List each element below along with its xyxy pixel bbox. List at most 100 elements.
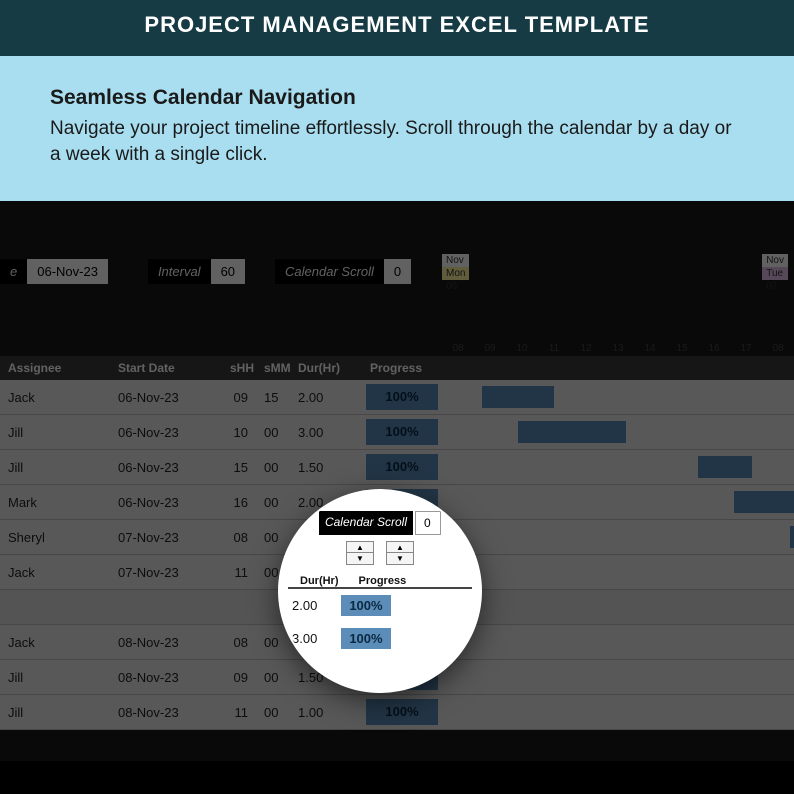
- week-spinner[interactable]: ▲ ▼: [386, 541, 414, 565]
- spot-scroll-value[interactable]: 0: [415, 511, 441, 535]
- hour-tick: 12: [570, 343, 602, 354]
- calendar-scroll-label: Calendar Scroll: [275, 259, 384, 284]
- table-row: Jill 06-Nov-23 10 00 3.00 100%: [0, 415, 794, 450]
- gantt-bar: [790, 526, 794, 548]
- cell-mm: 00: [256, 670, 290, 685]
- cell-hh: 09: [222, 670, 256, 685]
- spinner-up-icon[interactable]: ▲: [347, 542, 373, 553]
- cell-assignee: Jack: [0, 390, 110, 405]
- hour-tick: 14: [634, 343, 666, 354]
- day-spinner[interactable]: ▲ ▼: [346, 541, 374, 565]
- control-bar: e 06-Nov-23 Interval 60 Calendar Scroll …: [0, 256, 794, 286]
- cell-progress: 100%: [366, 454, 438, 480]
- spot-row2-prog: 100%: [341, 628, 390, 649]
- cell-assignee: Jill: [0, 705, 110, 720]
- cell-hh: 09: [222, 390, 256, 405]
- cell-assignee: Jill: [0, 460, 110, 475]
- gantt-bar: [518, 421, 626, 443]
- hour-ticks: 0809101112131415161708: [442, 343, 794, 354]
- spot-prog-header: Progress: [359, 575, 407, 587]
- col-shh: sHH: [222, 356, 256, 380]
- hour-tick: 16: [698, 343, 730, 354]
- cell-assignee: Sheryl: [0, 530, 110, 545]
- hour-tick: 08: [762, 343, 794, 354]
- hero-title: Seamless Calendar Navigation: [50, 86, 744, 110]
- hour-tick: 17: [730, 343, 762, 354]
- timeline-day-2: Tue: [762, 267, 788, 280]
- gantt-bar: [734, 491, 794, 513]
- table-row: Jill 06-Nov-23 15 00 1.50 100%: [0, 450, 794, 485]
- spinner-down-icon[interactable]: ▼: [347, 553, 373, 564]
- cell-hh: 08: [222, 530, 256, 545]
- col-assignee: Assignee: [0, 356, 110, 380]
- spot-dur-header: Dur(Hr): [300, 575, 339, 587]
- cell-assignee: Jill: [0, 670, 110, 685]
- cell-date: 06-Nov-23: [110, 425, 222, 440]
- page-banner: PROJECT MANAGEMENT EXCEL TEMPLATE: [0, 0, 794, 60]
- cell-date: 06-Nov-23: [110, 460, 222, 475]
- cell-assignee: Mark: [0, 495, 110, 510]
- timeline-daynum-1: 06: [442, 280, 469, 293]
- cell-assignee: Jill: [0, 425, 110, 440]
- date-label: e: [0, 259, 27, 284]
- col-progress: Progress: [362, 356, 442, 380]
- spinner-up-icon[interactable]: ▲: [387, 542, 413, 553]
- date-value[interactable]: 06-Nov-23: [27, 259, 108, 284]
- spinner-down-icon[interactable]: ▼: [387, 553, 413, 564]
- table-row: Jack 06-Nov-23 09 15 2.00 100%: [0, 380, 794, 415]
- cell-hh: 11: [222, 705, 256, 720]
- hour-tick: 13: [602, 343, 634, 354]
- cell-mm: 00: [256, 705, 290, 720]
- cell-hh: 15: [222, 460, 256, 475]
- cell-mm: 00: [256, 495, 290, 510]
- hero-body: Navigate your project timeline effortles…: [50, 116, 744, 167]
- cell-dur: 1.50: [290, 460, 362, 475]
- interval-value[interactable]: 60: [211, 259, 245, 284]
- calendar-scroll-value[interactable]: 0: [384, 259, 411, 284]
- cell-dur: 2.00: [290, 390, 362, 405]
- cell-date: 08-Nov-23: [110, 635, 222, 650]
- cell-progress: 100%: [366, 699, 438, 725]
- cell-dur: 3.00: [290, 425, 362, 440]
- table-header: Assignee Start Date sHH sMM Dur(Hr) Prog…: [0, 356, 794, 380]
- hour-tick: 08: [442, 343, 474, 354]
- cell-assignee: Jack: [0, 635, 110, 650]
- cell-hh: 08: [222, 635, 256, 650]
- hero-section: Seamless Calendar Navigation Navigate yo…: [0, 60, 794, 201]
- interval-label: Interval: [148, 259, 211, 284]
- cell-date: 08-Nov-23: [110, 670, 222, 685]
- cell-hh: 10: [222, 425, 256, 440]
- timeline-day-1: Mon: [442, 267, 469, 280]
- cell-assignee: Jack: [0, 565, 110, 580]
- cell-date: 06-Nov-23: [110, 495, 222, 510]
- hour-tick: 10: [506, 343, 538, 354]
- cell-mm: 00: [256, 425, 290, 440]
- spot-scroll-label: Calendar Scroll: [319, 511, 413, 535]
- cell-mm: 15: [256, 390, 290, 405]
- cell-progress: 100%: [366, 419, 438, 445]
- spot-row1-dur: 2.00: [292, 598, 317, 613]
- gantt-bar: [482, 386, 554, 408]
- col-duration: Dur(Hr): [290, 356, 362, 380]
- hour-tick: 15: [666, 343, 698, 354]
- table-row: Jill 08-Nov-23 11 00 1.00 100%: [0, 695, 794, 730]
- spreadsheet-preview: e 06-Nov-23 Interval 60 Calendar Scroll …: [0, 201, 794, 761]
- cell-date: 07-Nov-23: [110, 530, 222, 545]
- col-start-date: Start Date: [110, 356, 222, 380]
- cell-hh: 16: [222, 495, 256, 510]
- cell-mm: 00: [256, 460, 290, 475]
- cell-dur: 1.00: [290, 705, 362, 720]
- cell-progress: 100%: [366, 384, 438, 410]
- spot-row1-prog: 100%: [341, 595, 390, 616]
- timeline-daynum-2: 07: [762, 280, 788, 293]
- spot-row2-dur: 3.00: [292, 631, 317, 646]
- cell-date: 08-Nov-23: [110, 705, 222, 720]
- hour-tick: 11: [538, 343, 570, 354]
- gantt-bar: [698, 456, 752, 478]
- cell-date: 06-Nov-23: [110, 390, 222, 405]
- hour-tick: 09: [474, 343, 506, 354]
- cell-date: 07-Nov-23: [110, 565, 222, 580]
- col-smm: sMM: [256, 356, 290, 380]
- cell-hh: 11: [222, 565, 256, 580]
- timeline-month-1: Nov: [442, 254, 469, 267]
